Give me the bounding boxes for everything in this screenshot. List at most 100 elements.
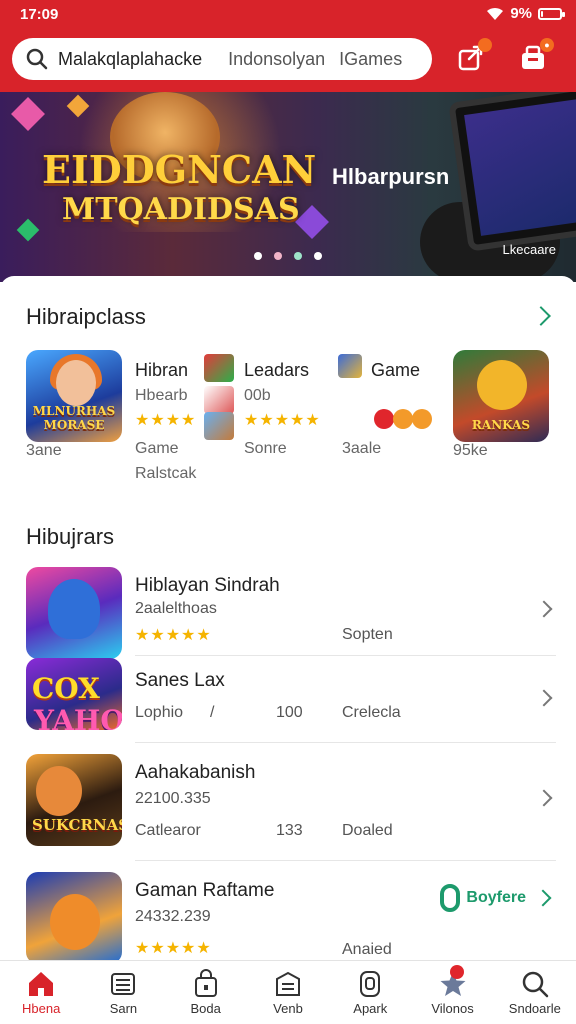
item-name[interactable]: Leadars [244, 360, 309, 381]
gem-icon [16, 218, 40, 242]
item-name: Sanes Lax [135, 670, 225, 691]
item-name[interactable]: Game [371, 360, 420, 381]
featured-row: MLNURHAS MORASE 3ane Hibran Hbearb ★★★★ … [0, 350, 576, 490]
battery-icon [538, 7, 565, 20]
rating-stars: ★★★★★ [244, 412, 321, 429]
tablet-image [448, 92, 576, 252]
install-icon [440, 884, 461, 912]
game-mini-icon[interactable] [204, 354, 234, 382]
thumbnail-title: MLNURHAS MORASE [32, 404, 116, 432]
item-meta-label: Catlearor [135, 822, 201, 839]
search-query[interactable]: Malakqlaplahacke [58, 49, 202, 70]
gem-icon [295, 205, 329, 239]
nav-label: Venb [273, 1001, 303, 1016]
nav-label: Vilonos [431, 1001, 474, 1016]
section-title: Hibraipclass [26, 304, 146, 329]
banner-pagination[interactable] [0, 252, 576, 260]
thumbnail-title: YAHO [34, 704, 122, 730]
item-sub: 24332.239 [135, 908, 211, 925]
banner-corner-label: Lkecaare [502, 242, 556, 257]
item-caption: Game [135, 440, 179, 457]
list-icon [111, 973, 136, 995]
rating-stars: ★★★★★ [135, 940, 212, 957]
nav-boda[interactable]: Boda [165, 961, 247, 1024]
banner-title-line2: MTQADIDSAS [62, 192, 300, 227]
game-thumbnail[interactable]: MLNURHAS MORASE [26, 350, 122, 442]
search-icon [26, 48, 48, 70]
banner-subtitle: Hlbarpursn [332, 164, 450, 189]
app-icon [360, 971, 381, 997]
search-tag-indonesian[interactable]: Indonsolyan [228, 49, 325, 70]
wifi-icon [487, 7, 504, 20]
status-icons: 9% [486, 5, 565, 22]
nav-label: Sndoarle [508, 1001, 561, 1016]
nav-label: Hbena [21, 1001, 61, 1016]
nav-label: Apark [353, 1001, 388, 1016]
search-tag-games[interactable]: IGames [339, 49, 402, 70]
nav-search[interactable]: Sndoarle [494, 961, 576, 1024]
cart-badge: ● [540, 38, 554, 52]
item-name: Aahakabanish [135, 762, 256, 783]
item-caption: 95ke [453, 442, 488, 459]
game-mini-icon[interactable] [204, 412, 234, 440]
game-thumbnail[interactable]: RANKAS [453, 350, 549, 442]
bag-icon [194, 969, 217, 997]
item-name: Gaman Raftame [135, 880, 275, 901]
install-button[interactable]: Boyfere [440, 884, 526, 912]
item-name[interactable]: Hibran [135, 360, 188, 381]
pagination-dot[interactable] [314, 252, 322, 260]
game-thumbnail[interactable] [26, 872, 122, 964]
share-button[interactable] [456, 38, 492, 72]
promo-banner[interactable]: EIDDGNCAN MTQADIDSAS Hlbarpursn Lkecaare [0, 92, 576, 282]
item-meta: Doaled [342, 822, 393, 839]
game-thumbnail[interactable]: COX YAHO [26, 658, 122, 730]
rating-stars: ★★★★ [135, 412, 197, 429]
pagination-dot[interactable] [274, 252, 282, 260]
share-badge [478, 38, 492, 52]
nav-home[interactable]: Hbena [0, 961, 82, 1024]
game-thumbnail[interactable] [26, 567, 122, 659]
thumbnail-title: SUKCRNAS [32, 816, 122, 834]
thumbnail-title: RANKAS [471, 418, 531, 432]
item-meta: Crelecla [342, 704, 401, 721]
game-mini-icon[interactable] [338, 354, 362, 378]
search-bar[interactable]: Malakqlaplahacke Indonsolyan IGames [12, 38, 432, 80]
item-caption: Ralstcak [135, 465, 197, 482]
item-sub: Hbearb [135, 387, 188, 404]
gem-icon [11, 97, 45, 131]
divider [135, 742, 556, 743]
install-label: Boyfere [466, 889, 526, 906]
notification-badge [449, 965, 464, 979]
pagination-dot[interactable] [294, 252, 302, 260]
section-title: Hibujrars [26, 524, 115, 549]
bottom-navigation: Hbena Sarn Boda Venb Apark Vilonos Sndoa… [0, 960, 576, 1024]
item-meta: Sopten [342, 626, 393, 643]
status-time: 17:09 [20, 6, 59, 23]
item-caption: Sonre [244, 440, 287, 457]
nav-label: Sarn [109, 1001, 138, 1016]
game-mini-icon[interactable] [204, 386, 234, 414]
game-thumbnail[interactable]: SUKCRNAS [26, 754, 122, 846]
nav-vilonos[interactable]: Vilonos [411, 961, 493, 1024]
thumbnail-title: COX [32, 672, 100, 705]
nav-label: Boda [190, 1001, 221, 1016]
status-bar: 17:09 9% [0, 0, 576, 30]
battery-percent: 9% [510, 5, 532, 22]
item-caption: 3ane [26, 442, 62, 459]
app-header: 17:09 9% Malakqlaplahacke Indonsolyan IG… [0, 0, 576, 92]
inbox-icon [275, 971, 300, 996]
nav-sarn[interactable]: Sarn [82, 961, 164, 1024]
item-sub: 00b [244, 387, 271, 404]
cart-button[interactable]: ● [518, 38, 554, 72]
divider [135, 860, 556, 861]
divider [135, 655, 556, 656]
home-icon [29, 972, 54, 996]
item-meta-separator: / [210, 704, 215, 721]
item-sub: 22100.335 [135, 790, 211, 807]
nav-venb[interactable]: Venb [247, 961, 329, 1024]
pagination-dot[interactable] [254, 252, 262, 260]
item-meta-number: 100 [276, 704, 303, 721]
rating-stars: ★★★★★ [135, 627, 212, 644]
nav-apark[interactable]: Apark [329, 961, 411, 1024]
item-sub: 2aalelthoas [135, 600, 217, 617]
